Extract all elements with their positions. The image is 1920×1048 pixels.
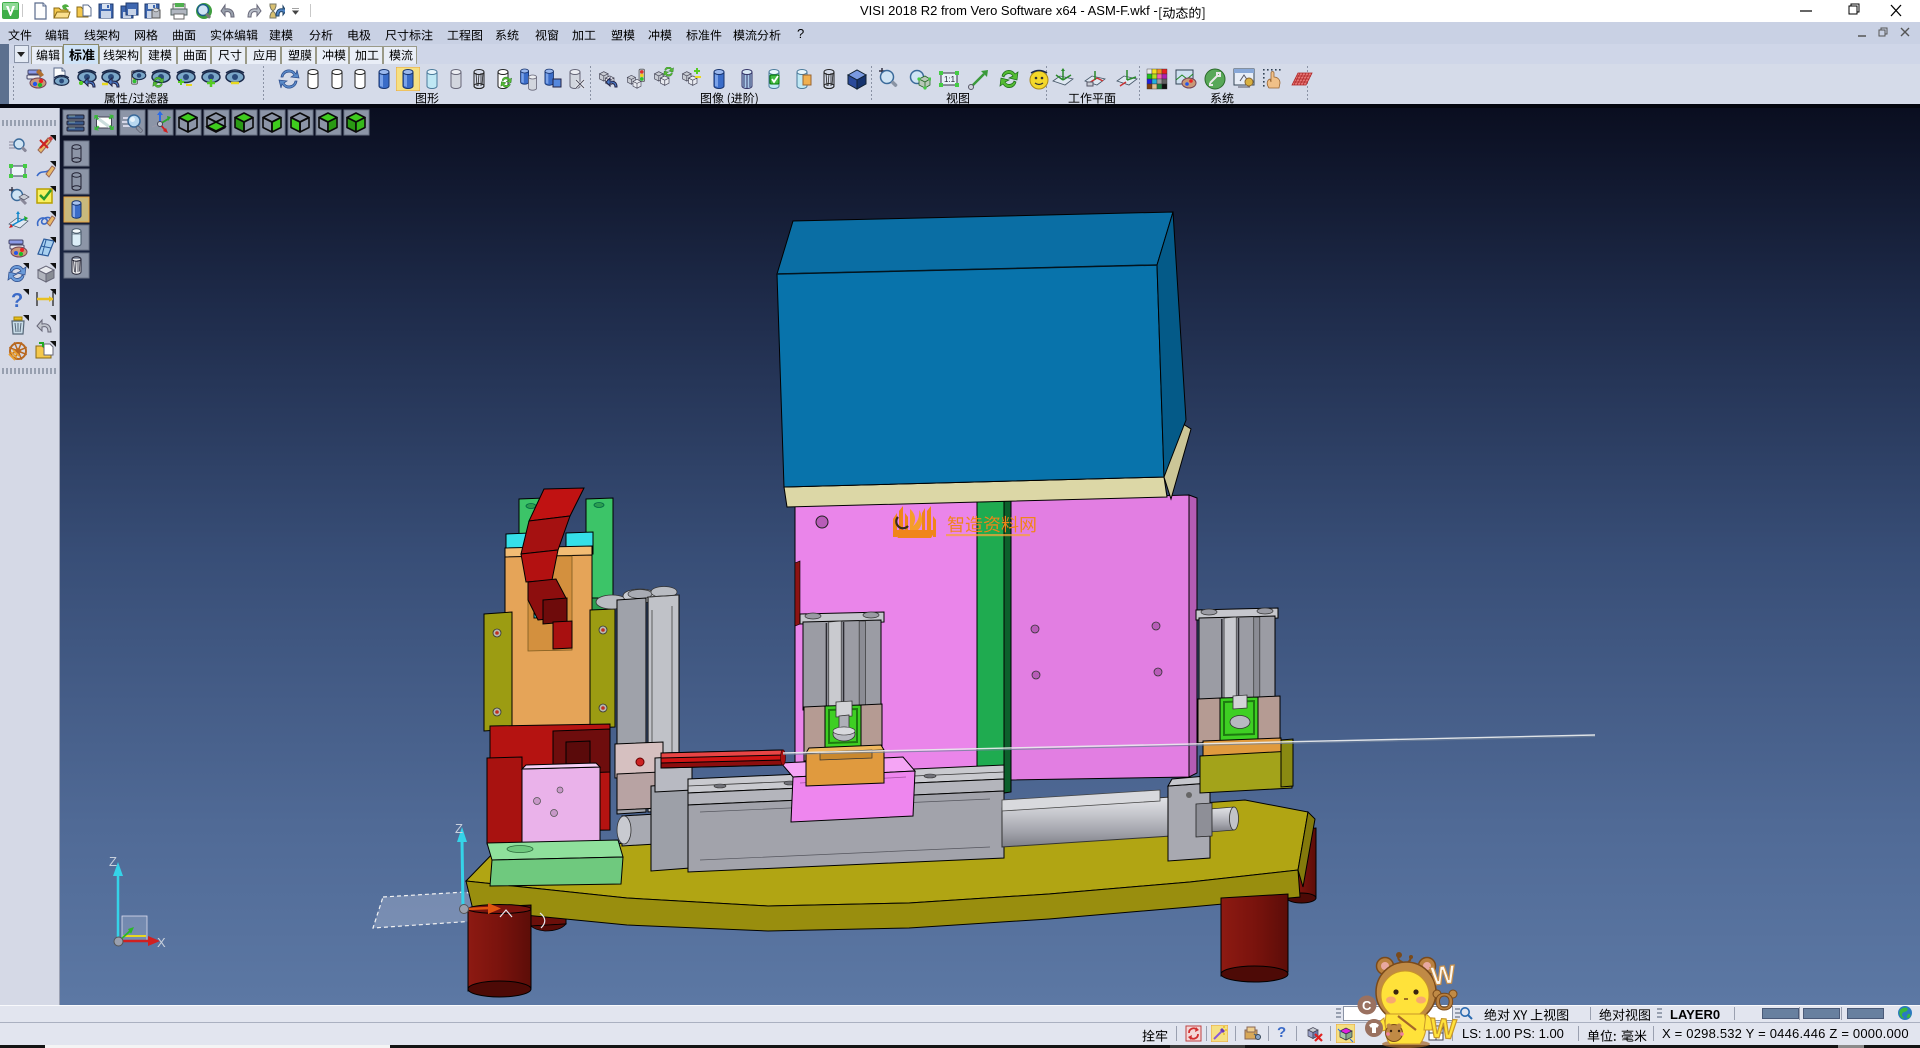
svg-text:W: W [1429, 1012, 1458, 1045]
svg-text:C: C [1362, 998, 1372, 1013]
svg-text:Z: Z [109, 854, 117, 869]
svg-text:X: X [157, 935, 166, 950]
svg-text:?: ? [11, 290, 23, 310]
svg-text:Z: Z [455, 821, 463, 836]
svg-text:1:1: 1:1 [944, 75, 956, 84]
svg-text:W: W [1429, 959, 1457, 991]
